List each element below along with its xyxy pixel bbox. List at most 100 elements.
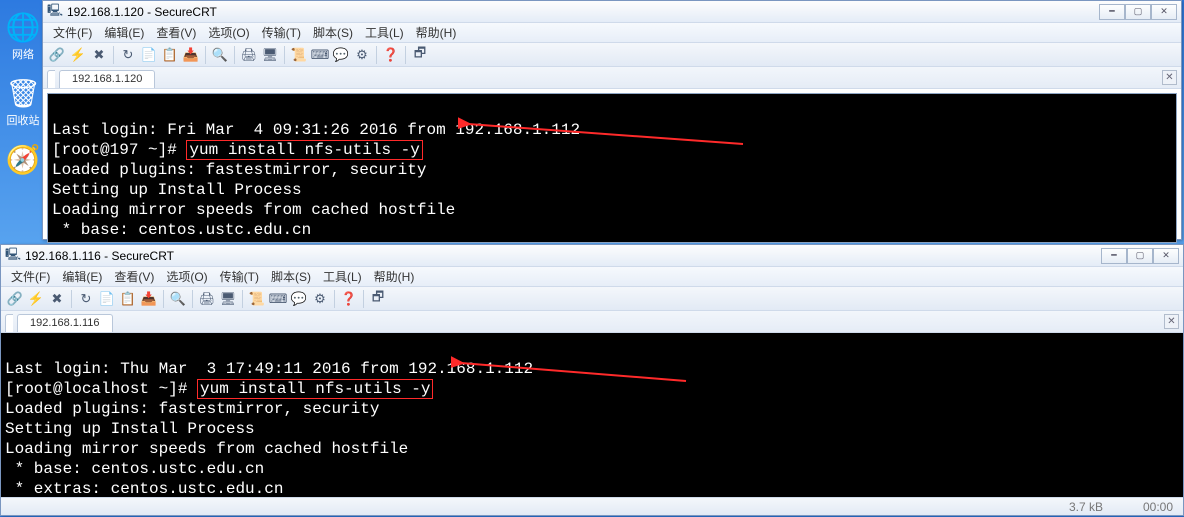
tb-script-icon[interactable]: 📜 xyxy=(247,289,267,309)
separator xyxy=(234,46,235,64)
terminal-prompt: [root@localhost ~]# xyxy=(5,380,197,398)
tb-print-icon[interactable]: 🖨 xyxy=(197,289,217,309)
desktop-icons: 🌐 网络 🗑 回收站 🧭 xyxy=(4,10,44,190)
terminal-line: Loaded plugins: fastestmirror, security xyxy=(52,161,426,179)
menu-view[interactable]: 查看(V) xyxy=(150,22,202,43)
compass-icon: 🧭 xyxy=(6,142,40,176)
tab-close-icon[interactable]: ✕ xyxy=(1164,314,1179,329)
tb-help-icon[interactable]: ❓ xyxy=(339,289,359,309)
terminal-prompt: [root@197 ~]# xyxy=(52,141,186,159)
tb-new-icon[interactable]: 📄 xyxy=(97,289,117,309)
terminal[interactable]: Last login: Thu Mar 3 17:49:11 2016 from… xyxy=(1,333,1183,515)
tb-script-icon[interactable]: 📜 xyxy=(289,45,309,65)
tb-disconnect-icon[interactable]: ✖ xyxy=(47,289,67,309)
status-time: 00:00 xyxy=(1143,500,1173,514)
tabstrip: 192.168.1.116 ✕ xyxy=(1,311,1183,333)
terminal-line: Loaded plugins: fastestmirror, security xyxy=(5,400,379,418)
separator xyxy=(163,290,164,308)
tb-find-icon[interactable]: 🔍 xyxy=(168,289,188,309)
maximize-button[interactable]: ▢ xyxy=(1125,4,1151,20)
terminal-line: * base: centos.ustc.edu.cn xyxy=(52,221,311,239)
tb-quick-icon[interactable]: ⚡ xyxy=(68,45,88,65)
tb-extra-icon[interactable]: 🗗 xyxy=(368,289,388,309)
terminal[interactable]: Last login: Fri Mar 4 09:31:26 2016 from… xyxy=(47,93,1177,243)
menu-script[interactable]: 脚本(S) xyxy=(265,266,317,287)
menu-file[interactable]: 文件(F) xyxy=(5,266,56,287)
separator xyxy=(242,290,243,308)
menu-help[interactable]: 帮助(H) xyxy=(368,266,421,287)
close-button[interactable]: ✕ xyxy=(1151,4,1177,20)
tb-term-icon[interactable]: 🖥 xyxy=(260,45,280,65)
menu-view[interactable]: 查看(V) xyxy=(108,266,160,287)
tb-find-icon[interactable]: 🔍 xyxy=(210,45,230,65)
highlighted-command: yum install nfs-utils -y xyxy=(197,379,433,399)
menubar: 文件(F) 编辑(E) 查看(V) 选项(O) 传输(T) 脚本(S) 工具(L… xyxy=(1,267,1183,287)
tb-print-icon[interactable]: 🖨 xyxy=(239,45,259,65)
tabstrip-lead xyxy=(5,314,13,332)
terminal-line: Setting up Install Process xyxy=(5,420,255,438)
tb-quick-icon[interactable]: ⚡ xyxy=(26,289,46,309)
menubar: 文件(F) 编辑(E) 查看(V) 选项(O) 传输(T) 脚本(S) 工具(L… xyxy=(43,23,1181,43)
menu-transfer[interactable]: 传输(T) xyxy=(214,266,265,287)
tb-paste-icon[interactable]: 📥 xyxy=(181,45,201,65)
tb-pref-icon[interactable]: ⚙ xyxy=(310,289,330,309)
tb-chat-icon[interactable]: 💬 xyxy=(289,289,309,309)
session-tab[interactable]: 192.168.1.120 xyxy=(59,70,155,88)
menu-transfer[interactable]: 传输(T) xyxy=(256,22,307,43)
menu-file[interactable]: 文件(F) xyxy=(47,22,98,43)
tb-connect-icon[interactable]: 🔗 xyxy=(5,289,25,309)
tb-copy-icon[interactable]: 📋 xyxy=(160,45,180,65)
tb-keymap-icon[interactable]: ⌨ xyxy=(310,45,330,65)
tb-paste-icon[interactable]: 📥 xyxy=(139,289,159,309)
status-rate: 3.7 kB xyxy=(1069,500,1103,514)
menu-tools[interactable]: 工具(L) xyxy=(359,22,410,43)
tb-disconnect-icon[interactable]: ✖ xyxy=(89,45,109,65)
session-tab[interactable]: 192.168.1.116 xyxy=(17,314,113,332)
minimize-button[interactable]: ━ xyxy=(1101,248,1127,264)
window-securecrt-120: 🖳 192.168.1.120 - SecureCRT ━ ▢ ✕ 文件(F) … xyxy=(42,0,1182,240)
desktop-icon-app[interactable]: 🧭 xyxy=(4,142,42,176)
menu-edit[interactable]: 编辑(E) xyxy=(56,266,108,287)
menu-help[interactable]: 帮助(H) xyxy=(410,22,463,43)
menu-script[interactable]: 脚本(S) xyxy=(307,22,359,43)
close-button[interactable]: ✕ xyxy=(1153,248,1179,264)
tabstrip-lead xyxy=(47,70,55,88)
tb-reconnect-icon[interactable]: ↻ xyxy=(118,45,138,65)
tb-extra-icon[interactable]: 🗗 xyxy=(410,45,430,65)
globe-icon: 🌐 xyxy=(6,10,40,44)
app-icon: 🖳 xyxy=(47,4,63,20)
tab-close-icon[interactable]: ✕ xyxy=(1162,70,1177,85)
separator xyxy=(284,46,285,64)
separator xyxy=(113,46,114,64)
tb-term-icon[interactable]: 🖥 xyxy=(218,289,238,309)
terminal-line: Loading mirror speeds from cached hostfi… xyxy=(52,201,455,219)
tb-help-icon[interactable]: ❓ xyxy=(381,45,401,65)
separator xyxy=(71,290,72,308)
maximize-button[interactable]: ▢ xyxy=(1127,248,1153,264)
terminal-line: * base: centos.ustc.edu.cn xyxy=(5,460,264,478)
separator xyxy=(334,290,335,308)
trash-icon: 🗑 xyxy=(6,76,40,110)
highlighted-command: yum install nfs-utils -y xyxy=(186,140,422,160)
tb-new-icon[interactable]: 📄 xyxy=(139,45,159,65)
tb-connect-icon[interactable]: 🔗 xyxy=(47,45,67,65)
desktop-icon-recycle[interactable]: 🗑 回收站 xyxy=(4,76,42,128)
terminal-line: Last login: Fri Mar 4 09:31:26 2016 from… xyxy=(52,121,580,139)
titlebar[interactable]: 🖳 192.168.1.116 - SecureCRT ━ ▢ ✕ xyxy=(1,245,1183,267)
menu-options[interactable]: 选项(O) xyxy=(202,22,255,43)
window-title: 192.168.1.120 - SecureCRT xyxy=(67,5,1099,19)
desktop-icon-network[interactable]: 🌐 网络 xyxy=(4,10,42,62)
menu-tools[interactable]: 工具(L) xyxy=(317,266,368,287)
menu-options[interactable]: 选项(O) xyxy=(160,266,213,287)
minimize-button[interactable]: ━ xyxy=(1099,4,1125,20)
desktop-icon-label: 网络 xyxy=(4,46,42,62)
tb-chat-icon[interactable]: 💬 xyxy=(331,45,351,65)
tb-pref-icon[interactable]: ⚙ xyxy=(352,45,372,65)
menu-edit[interactable]: 编辑(E) xyxy=(98,22,150,43)
terminal-line: * extras: centos.ustc.edu.cn xyxy=(5,480,283,498)
titlebar[interactable]: 🖳 192.168.1.120 - SecureCRT ━ ▢ ✕ xyxy=(43,1,1181,23)
tb-keymap-icon[interactable]: ⌨ xyxy=(268,289,288,309)
tb-reconnect-icon[interactable]: ↻ xyxy=(76,289,96,309)
separator xyxy=(192,290,193,308)
tb-copy-icon[interactable]: 📋 xyxy=(118,289,138,309)
